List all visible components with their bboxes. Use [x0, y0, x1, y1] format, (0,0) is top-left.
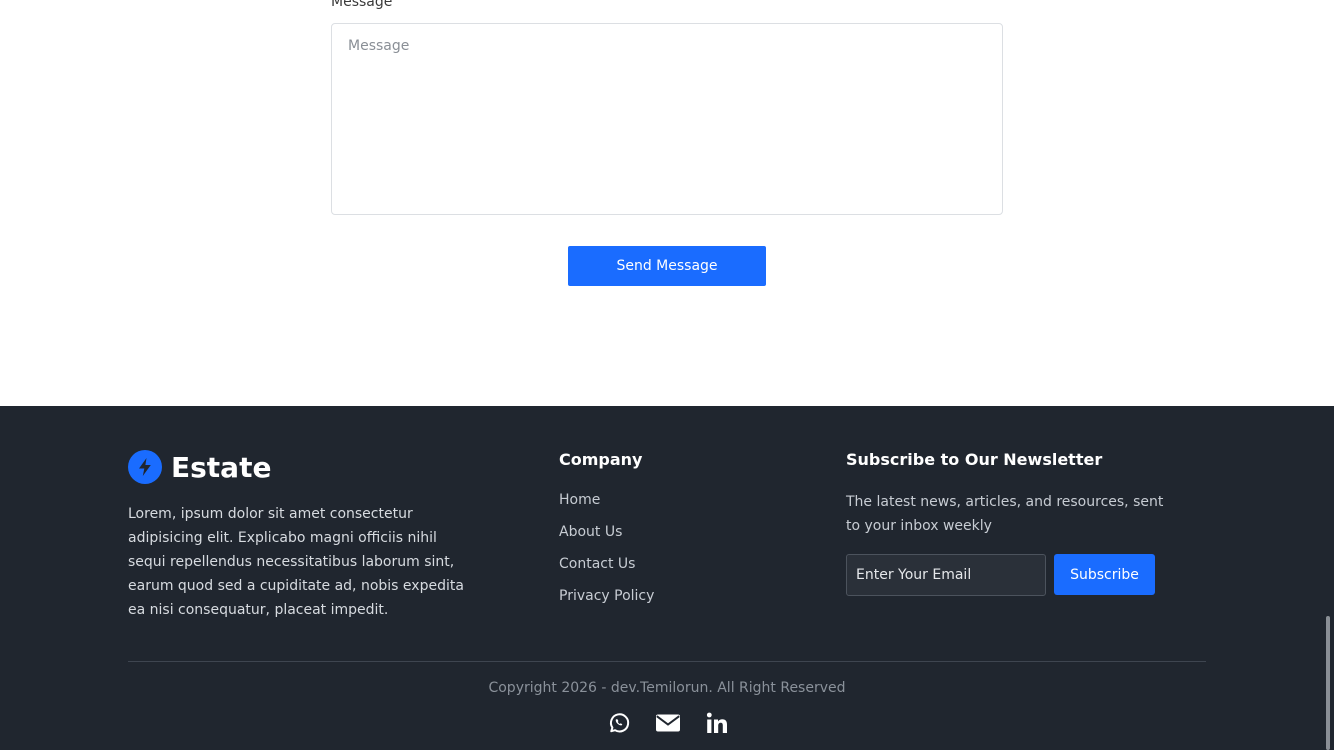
- copyright-text: Copyright 2026 - dev.Temilorun. All Righ…: [488, 680, 846, 696]
- message-label: Message: [331, 0, 393, 10]
- scrollbar-thumb[interactable]: [1326, 616, 1330, 750]
- company-links: Home About Us Contact Us Privacy Policy: [559, 492, 654, 620]
- newsletter-heading: Subscribe to Our Newsletter: [846, 450, 1103, 469]
- whatsapp-icon[interactable]: [606, 710, 632, 736]
- send-message-button[interactable]: Send Message: [568, 246, 766, 286]
- footer-divider: [128, 661, 1206, 662]
- about-text: Lorem, ipsum dolor sit amet consectetur …: [128, 506, 464, 618]
- linkedin-icon[interactable]: [704, 710, 730, 736]
- brand[interactable]: Estate: [128, 450, 271, 484]
- footer-link-home[interactable]: Home: [559, 492, 654, 524]
- footer-link-about-us[interactable]: About Us: [559, 524, 654, 556]
- lightning-logo-icon: [128, 450, 162, 484]
- company-heading: Company: [559, 450, 643, 469]
- social-links: [606, 708, 730, 738]
- newsletter-email-input[interactable]: [846, 554, 1046, 596]
- footer-link-privacy-policy[interactable]: Privacy Policy: [559, 588, 654, 620]
- brand-name: Estate: [171, 450, 272, 484]
- contact-form-section: Message Send Message: [0, 0, 1334, 406]
- footer-link-contact-us[interactable]: Contact Us: [559, 556, 654, 588]
- message-textarea[interactable]: [331, 23, 1003, 215]
- newsletter-text: The latest news, articles, and resources…: [846, 494, 1164, 534]
- envelope-icon[interactable]: [655, 710, 681, 736]
- subscribe-button[interactable]: Subscribe: [1054, 554, 1155, 595]
- site-footer: Estate Lorem, ipsum dolor sit amet conse…: [0, 406, 1334, 750]
